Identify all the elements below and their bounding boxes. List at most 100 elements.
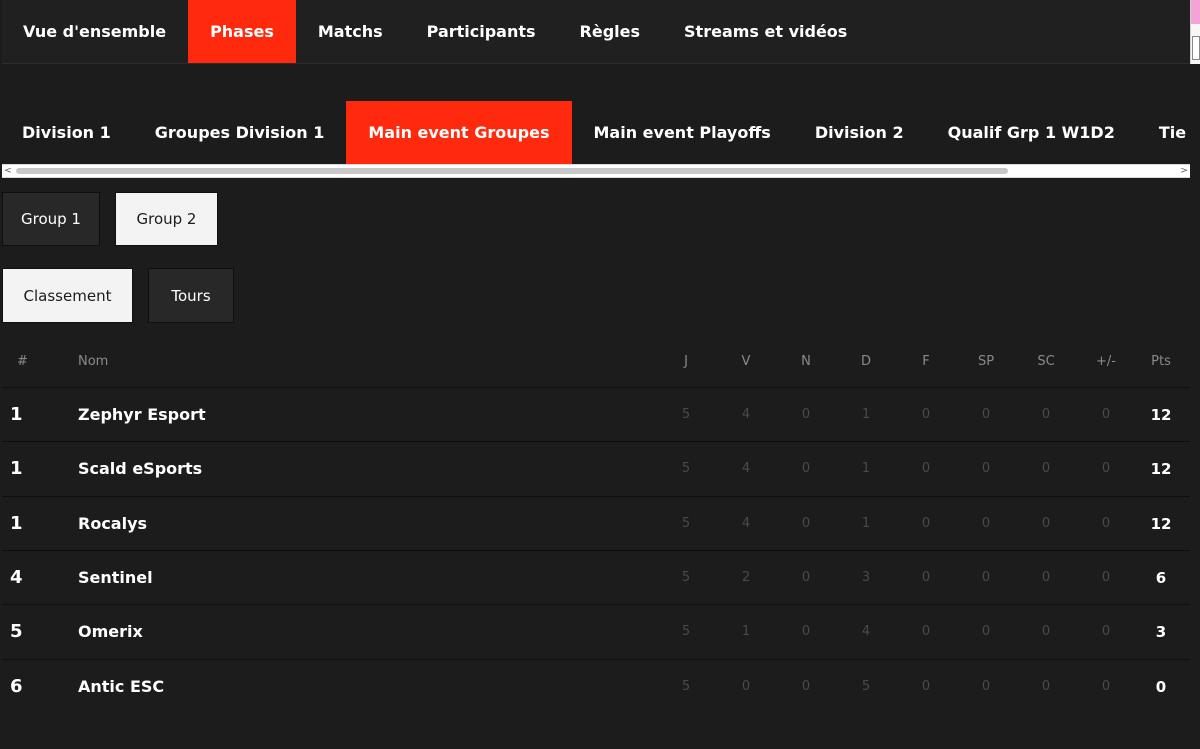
group-1-button[interactable]: Group 1	[2, 192, 100, 246]
header-diff: +/-	[1096, 354, 1116, 369]
scrollbar-thumb[interactable]	[16, 168, 1008, 174]
row-draws: 0	[801, 461, 811, 476]
row-sc: 0	[1041, 679, 1051, 694]
table-row[interactable]: 4 Sentinel 5 2 0 3 0 0 0 0 6	[2, 550, 1190, 604]
phase-tab-groupes-division-1[interactable]: Groupes Division 1	[133, 101, 347, 164]
nav-tab-matches[interactable]: Matchs	[296, 0, 405, 63]
row-forfeits: 0	[921, 624, 931, 639]
row-rank: 1	[10, 513, 23, 534]
row-played: 5	[681, 407, 691, 422]
row-sc: 0	[1041, 624, 1051, 639]
row-losses: 1	[861, 407, 871, 422]
row-losses: 4	[861, 624, 871, 639]
row-wins: 2	[741, 570, 751, 585]
phase-tab-division-1[interactable]: Division 1	[0, 101, 133, 164]
row-sc: 0	[1041, 407, 1051, 422]
edge-handle[interactable]	[1192, 36, 1200, 60]
scroll-left-icon[interactable]: <	[2, 165, 14, 177]
table-row[interactable]: 1 Zephyr Esport 5 4 0 1 0 0 0 0 12	[2, 387, 1190, 441]
row-sp: 0	[981, 516, 991, 531]
row-rank: 4	[10, 567, 23, 588]
header-draws: N	[801, 354, 811, 369]
row-draws: 0	[801, 516, 811, 531]
phase-tab-division-2[interactable]: Division 2	[793, 101, 926, 164]
phase-tabs: Division 1 Groupes Division 1 Main event…	[0, 101, 1190, 164]
row-losses: 1	[861, 516, 871, 531]
window-edge	[1190, 0, 1200, 64]
table-row[interactable]: 1 Scald eSports 5 4 0 1 0 0 0 0 12	[2, 441, 1190, 495]
header-losses: D	[860, 354, 871, 369]
row-wins: 0	[741, 679, 751, 694]
phase-tabs-scrollbar[interactable]: < >	[2, 164, 1190, 178]
row-team-name[interactable]: Scald eSports	[78, 442, 478, 496]
phase-tab-main-event-groupes[interactable]: Main event Groupes	[346, 101, 572, 164]
row-sc: 0	[1041, 461, 1051, 476]
group-2-button[interactable]: Group 2	[115, 192, 218, 246]
row-forfeits: 0	[921, 461, 931, 476]
nav-tab-streams[interactable]: Streams et vidéos	[662, 0, 869, 63]
row-sp: 0	[981, 570, 991, 585]
row-team-name[interactable]: Zephyr Esport	[78, 388, 478, 442]
header-sc: SC	[1037, 354, 1055, 369]
row-points: 0	[1155, 678, 1167, 696]
row-points: 12	[1150, 406, 1172, 424]
main-nav: Vue d'ensemble Phases Matchs Participant…	[2, 0, 1190, 64]
row-played: 5	[681, 516, 691, 531]
row-points: 12	[1150, 515, 1172, 533]
table-row[interactable]: 5 Omerix 5 1 0 4 0 0 0 0 3	[2, 604, 1190, 658]
nav-tab-phases[interactable]: Phases	[188, 0, 296, 63]
row-points: 12	[1150, 460, 1172, 478]
row-forfeits: 0	[921, 570, 931, 585]
header-played: J	[684, 354, 688, 369]
row-diff: 0	[1101, 516, 1111, 531]
edge-highlight	[1191, 0, 1200, 24]
row-sp: 0	[981, 461, 991, 476]
row-forfeits: 0	[921, 407, 931, 422]
header-sp: SP	[977, 354, 995, 369]
header-points: Pts	[1151, 354, 1171, 369]
header-wins: V	[741, 354, 751, 369]
header-rank: #	[17, 354, 28, 369]
row-losses: 3	[861, 570, 871, 585]
row-played: 5	[681, 679, 691, 694]
table-row[interactable]: 1 Rocalys 5 4 0 1 0 0 0 0 12	[2, 496, 1190, 550]
row-points: 3	[1155, 623, 1167, 641]
header-name: Nom	[78, 354, 109, 369]
row-diff: 0	[1101, 624, 1111, 639]
classement-button[interactable]: Classement	[2, 268, 133, 323]
row-rank: 5	[10, 621, 23, 642]
phase-tab-tie-break[interactable]: Tie break Grp1 I	[1137, 101, 1190, 164]
tours-button[interactable]: Tours	[148, 268, 234, 323]
row-team-name[interactable]: Rocalys	[78, 497, 478, 551]
table-row[interactable]: 6 Antic ESC 5 0 0 5 0 0 0 0 0	[2, 659, 1190, 713]
row-sp: 0	[981, 679, 991, 694]
row-diff: 0	[1101, 679, 1111, 694]
row-team-name[interactable]: Antic ESC	[78, 660, 478, 714]
nav-tab-rules[interactable]: Règles	[558, 0, 662, 63]
row-draws: 0	[801, 624, 811, 639]
phase-tab-main-event-playoffs[interactable]: Main event Playoffs	[572, 101, 793, 164]
row-losses: 5	[861, 679, 871, 694]
phase-tab-qualif-grp-1[interactable]: Qualif Grp 1 W1D2	[926, 101, 1137, 164]
row-draws: 0	[801, 570, 811, 585]
row-sc: 0	[1041, 516, 1051, 531]
row-draws: 0	[801, 679, 811, 694]
header-forfeits: F	[922, 354, 930, 369]
row-points: 6	[1155, 569, 1167, 587]
nav-tab-overview[interactable]: Vue d'ensemble	[2, 0, 188, 63]
row-team-name[interactable]: Omerix	[78, 605, 478, 659]
page: Vue d'ensemble Phases Matchs Participant…	[0, 0, 1200, 749]
row-rank: 1	[10, 458, 23, 479]
row-wins: 4	[741, 516, 751, 531]
row-forfeits: 0	[921, 679, 931, 694]
row-played: 5	[681, 570, 691, 585]
nav-tab-participants[interactable]: Participants	[405, 0, 558, 63]
row-sp: 0	[981, 407, 991, 422]
row-rank: 1	[10, 404, 23, 425]
row-played: 5	[681, 461, 691, 476]
scroll-right-icon[interactable]: >	[1178, 165, 1190, 177]
row-wins: 4	[741, 407, 751, 422]
row-rank: 6	[10, 676, 23, 697]
row-diff: 0	[1101, 407, 1111, 422]
row-team-name[interactable]: Sentinel	[78, 551, 478, 605]
